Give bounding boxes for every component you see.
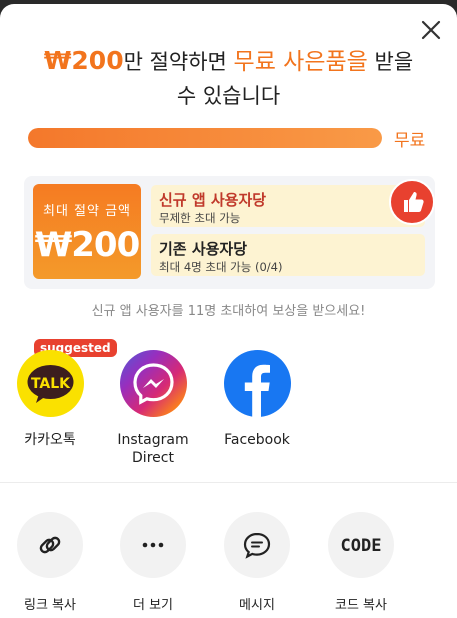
- app-name-kakaotalk: 카카오톡: [24, 432, 76, 448]
- max-savings-amount: ₩200: [34, 225, 140, 265]
- headline-line2: 수 있습니다: [176, 84, 281, 108]
- svg-text:TALK: TALK: [30, 376, 70, 392]
- reward-progress-fill: [28, 128, 382, 148]
- message-button[interactable]: 메시지: [202, 512, 312, 613]
- code-icon: CODE: [328, 512, 394, 578]
- more-icon: [120, 512, 186, 578]
- copy-link-button[interactable]: 링크 복사: [0, 512, 105, 613]
- max-savings-box: 최대 절약 금액 ₩200: [33, 184, 141, 279]
- headline-text: 만 절약하면: [123, 50, 234, 74]
- share-kakaotalk[interactable]: TALK 카카오톡: [0, 350, 105, 449]
- messenger-icon: [119, 350, 187, 417]
- new-user-card: 신규 앱 사용자당 무제한 초대 가능: [151, 185, 425, 227]
- headline-amount: ₩200: [43, 46, 124, 75]
- message-label: 메시지: [239, 598, 275, 613]
- share-instagram-direct[interactable]: Instagram Direct: [98, 350, 208, 467]
- reward-progress-bar: [28, 128, 382, 148]
- copy-code-label: 코드 복사: [335, 598, 387, 613]
- more-options-button[interactable]: 더 보기: [98, 512, 208, 613]
- share-facebook[interactable]: Facebook: [202, 350, 312, 449]
- new-user-title: 신규 앱 사용자당: [159, 191, 267, 209]
- copy-link-label: 링크 복사: [24, 598, 76, 613]
- facebook-icon: [223, 350, 291, 417]
- more-options-label: 더 보기: [132, 598, 173, 613]
- svg-text:CODE: CODE: [341, 536, 382, 556]
- app-name-facebook: Facebook: [224, 432, 290, 448]
- thumbs-up-icon: [389, 179, 435, 225]
- existing-user-desc: 최대 4명 초대 가능 (0/4): [159, 260, 283, 274]
- share-sheet: ₩200만 절약하면 무료 사은품을 받을 수 있습니다 무료 최대 절약 금액…: [0, 4, 457, 618]
- headline-highlight: 무료 사은품을: [233, 49, 368, 75]
- new-user-desc: 무제한 초대 가능: [159, 211, 241, 225]
- app-name-instagram-direct: Instagram Direct: [117, 432, 189, 466]
- link-icon: [17, 512, 83, 578]
- savings-promo-card: 최대 절약 금액 ₩200 신규 앱 사용자당 무제한 초대 가능 기존 사용자…: [24, 176, 435, 289]
- copy-code-button[interactable]: CODE 코드 복사: [306, 512, 416, 613]
- progress-label: 무료: [394, 131, 426, 151]
- existing-user-title: 기존 사용자당: [159, 240, 248, 258]
- invite-note: 신규 앱 사용자를 11명 초대하여 보상을 받으세요!: [91, 304, 366, 319]
- message-icon: [224, 512, 290, 578]
- section-divider: [0, 482, 457, 483]
- close-icon[interactable]: [419, 18, 443, 42]
- existing-user-card: 기존 사용자당 최대 4명 초대 가능 (0/4): [151, 234, 425, 276]
- kakaotalk-icon: TALK: [16, 350, 84, 417]
- max-savings-label: 최대 절약 금액: [42, 204, 132, 219]
- reward-headline: ₩200만 절약하면 무료 사은품을 받을 수 있습니다: [0, 44, 457, 113]
- headline-text-end: 받을: [367, 50, 414, 74]
